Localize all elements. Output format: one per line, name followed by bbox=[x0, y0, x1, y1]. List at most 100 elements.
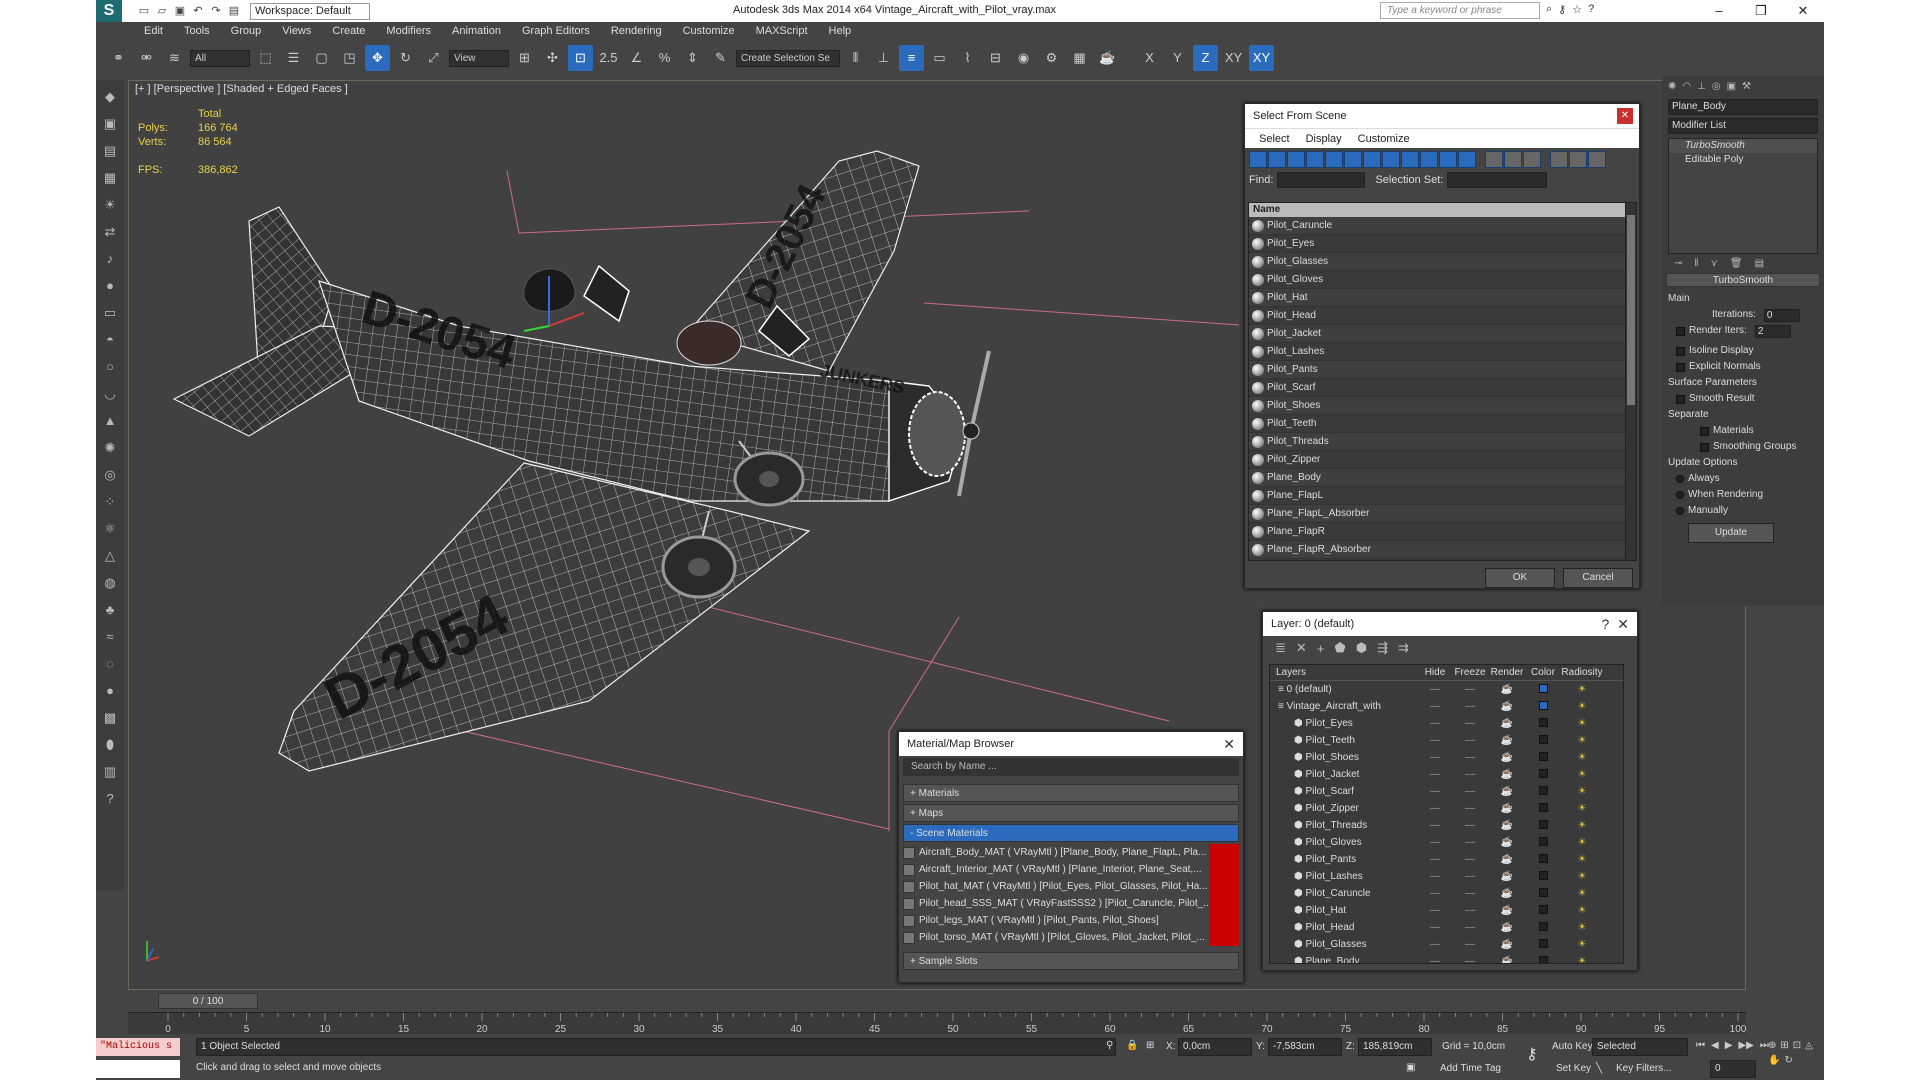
motion-tab-icon[interactable]: ◎ bbox=[1712, 81, 1721, 92]
select-scale-icon[interactable]: ⤢ bbox=[421, 45, 446, 71]
when-rendering-radio[interactable] bbox=[1676, 491, 1684, 499]
configure-sets-icon[interactable]: ▤ bbox=[1755, 258, 1764, 269]
material-browser-header[interactable]: Material/Map Browser ✕ bbox=[899, 732, 1243, 756]
cone-icon[interactable]: ▲ bbox=[99, 410, 121, 432]
render-production-icon[interactable]: ☕ bbox=[1095, 45, 1120, 71]
pivot-center-icon[interactable]: ⊞ bbox=[512, 45, 537, 71]
orbit-icon[interactable]: ↻ bbox=[1784, 1055, 1792, 1066]
radiosity-icon[interactable]: ☀ bbox=[1560, 837, 1604, 848]
next-frame-icon[interactable]: ▶▶ bbox=[1738, 1040, 1753, 1051]
columns-icon[interactable] bbox=[1588, 150, 1606, 168]
scene-list-scrollbar[interactable] bbox=[1625, 202, 1637, 561]
radiosity-icon[interactable]: ☀ bbox=[1560, 718, 1604, 729]
render-teapot-icon[interactable]: ☕ bbox=[1488, 803, 1526, 814]
scene-material-item[interactable]: Aircraft_Body_MAT ( VRayMtl ) [Plane_Bod… bbox=[903, 844, 1239, 861]
close-icon[interactable]: ✕ bbox=[1223, 736, 1235, 753]
teapot-icon[interactable]: ⬮ bbox=[99, 734, 121, 756]
auto-key-button[interactable]: Auto Key bbox=[1552, 1041, 1593, 1052]
ball-icon[interactable]: ● bbox=[99, 680, 121, 702]
maxscript-input[interactable] bbox=[96, 1060, 180, 1078]
freeze-cell[interactable]: — bbox=[1452, 854, 1488, 865]
key-filter-icon[interactable]: ╲ bbox=[1596, 1063, 1602, 1074]
scene-object-row[interactable]: Pilot_Gloves bbox=[1249, 271, 1625, 289]
light-icon[interactable]: ☀ bbox=[99, 194, 121, 216]
keyboard-shortcut-override-icon[interactable]: ⊡ bbox=[568, 45, 593, 71]
color-cell[interactable] bbox=[1526, 751, 1560, 764]
filter-frozen-icon[interactable] bbox=[1439, 150, 1457, 168]
scene-explorer-icon[interactable]: ▤ bbox=[99, 140, 121, 162]
time-tag-icon[interactable]: ▣ bbox=[1406, 1062, 1415, 1073]
percent-snap-icon[interactable]: % bbox=[652, 45, 677, 71]
scene-object-row[interactable]: Pilot_Head bbox=[1249, 307, 1625, 325]
layer-manager-icon[interactable]: ≡ bbox=[899, 45, 924, 71]
color-swatch[interactable] bbox=[1538, 683, 1548, 693]
scene-object-row[interactable]: Plane_FlapL_Absorber bbox=[1249, 505, 1625, 523]
render-setup-icon[interactable]: ⚙ bbox=[1039, 45, 1064, 71]
radiosity-icon[interactable]: ☀ bbox=[1560, 701, 1604, 712]
render-icon[interactable]: ▩ bbox=[99, 707, 121, 729]
scene-object-row[interactable]: Pilot_Scarf bbox=[1249, 379, 1625, 397]
ok-button[interactable]: OK bbox=[1485, 568, 1555, 588]
scene-object-row[interactable]: Pilot_Eyes bbox=[1249, 235, 1625, 253]
hide-all-icon[interactable]: ⇶ bbox=[1377, 640, 1388, 656]
always-radio[interactable] bbox=[1676, 475, 1684, 483]
render-teapot-icon[interactable]: ☕ bbox=[1488, 820, 1526, 831]
render-teapot-icon[interactable]: ☕ bbox=[1488, 837, 1526, 848]
render-teapot-icon[interactable]: ☕ bbox=[1488, 786, 1526, 797]
radiosity-icon[interactable]: ☀ bbox=[1560, 803, 1604, 814]
radiosity-icon[interactable]: ☀ bbox=[1560, 769, 1604, 780]
freeze-cell[interactable]: — bbox=[1452, 701, 1488, 712]
select-by-name-icon[interactable]: ☰ bbox=[281, 45, 306, 71]
record-icon[interactable]: ● bbox=[99, 275, 121, 297]
help-icon[interactable]: ? bbox=[1601, 616, 1609, 632]
turbosmooth-rollout[interactable]: TurboSmooth bbox=[1666, 273, 1820, 287]
scene-object-row[interactable]: Pilot_Zipper bbox=[1249, 451, 1625, 469]
layer-row[interactable]: ⬢ Pilot_Gloves — — ☕ ☀ bbox=[1270, 834, 1623, 851]
hide-cell[interactable]: — bbox=[1418, 837, 1452, 848]
set-key-button[interactable]: Set Key bbox=[1556, 1063, 1591, 1074]
filter-bones-icon[interactable] bbox=[1401, 150, 1419, 168]
color-swatch[interactable] bbox=[1538, 853, 1548, 863]
hide-cell[interactable]: — bbox=[1418, 803, 1452, 814]
hierarchy-tab-icon[interactable]: ⊥ bbox=[1697, 81, 1706, 92]
make-unique-icon[interactable]: ⋎ bbox=[1711, 258, 1718, 269]
star-icon[interactable]: ☆ bbox=[1572, 3, 1582, 16]
radiosity-icon[interactable]: ☀ bbox=[1560, 888, 1604, 899]
maps-group[interactable]: + Maps bbox=[903, 804, 1239, 822]
layer-row[interactable]: ⬢ Pilot_Hat — — ☕ ☀ bbox=[1270, 902, 1623, 919]
scene-material-item[interactable]: Pilot_legs_MAT ( VRayMtl ) [Pilot_Pants,… bbox=[903, 912, 1239, 929]
select-manipulate-icon[interactable]: ✣ bbox=[540, 45, 565, 71]
workspace-dropdown[interactable]: Workspace: Default bbox=[250, 2, 370, 20]
open-file-icon[interactable]: ▱ bbox=[154, 3, 170, 19]
hide-cell[interactable]: — bbox=[1418, 701, 1452, 712]
menu-modifiers[interactable]: Modifiers bbox=[386, 25, 431, 37]
zoom-all-icon[interactable]: ⊞ bbox=[1780, 1040, 1788, 1051]
filter-groups-icon[interactable] bbox=[1363, 150, 1381, 168]
color-swatch[interactable] bbox=[1538, 819, 1548, 829]
color-swatch[interactable] bbox=[1538, 717, 1548, 727]
isolate-icon[interactable]: ⚲ bbox=[1106, 1040, 1113, 1051]
object-name-field[interactable]: Plane_Body bbox=[1668, 99, 1818, 115]
material-editor-icon[interactable]: ◉ bbox=[1011, 45, 1036, 71]
xref-icon[interactable]: ⇄ bbox=[99, 221, 121, 243]
axis-z-button[interactable]: Z bbox=[1193, 45, 1218, 71]
hide-cell[interactable]: — bbox=[1418, 752, 1452, 763]
color-cell[interactable] bbox=[1526, 683, 1560, 696]
scene-materials-group[interactable]: - Scene Materials bbox=[903, 824, 1239, 842]
menu-tools[interactable]: Tools bbox=[184, 25, 210, 37]
modify-tab-icon[interactable]: ◠ bbox=[1682, 81, 1691, 92]
color-cell[interactable] bbox=[1526, 785, 1560, 798]
color-cell[interactable] bbox=[1526, 734, 1560, 747]
scene-object-row[interactable]: Pilot_Caruncle bbox=[1249, 217, 1625, 235]
schematic-view-icon[interactable]: ⊟ bbox=[983, 45, 1008, 71]
scene-material-item[interactable]: Pilot_head_SSS_MAT ( VRayFastSSS2 ) [Pil… bbox=[903, 895, 1239, 912]
explicit-normals-checkbox[interactable] bbox=[1676, 362, 1685, 372]
scene-material-item[interactable]: Pilot_torso_MAT ( VRayMtl ) [Pilot_Glove… bbox=[903, 929, 1239, 946]
menu-maxscript[interactable]: MAXScript bbox=[756, 25, 808, 37]
viewport-label[interactable]: [+ ] [Perspective ] [Shaded + Edged Face… bbox=[135, 83, 348, 95]
filter-spacewarps-icon[interactable] bbox=[1344, 150, 1362, 168]
select-in-layer-icon[interactable]: ⬟ bbox=[1334, 640, 1345, 656]
freeze-all-icon[interactable]: ⇉ bbox=[1398, 640, 1409, 656]
col-hide[interactable]: Hide bbox=[1418, 667, 1452, 678]
render-teapot-icon[interactable]: ☕ bbox=[1488, 871, 1526, 882]
